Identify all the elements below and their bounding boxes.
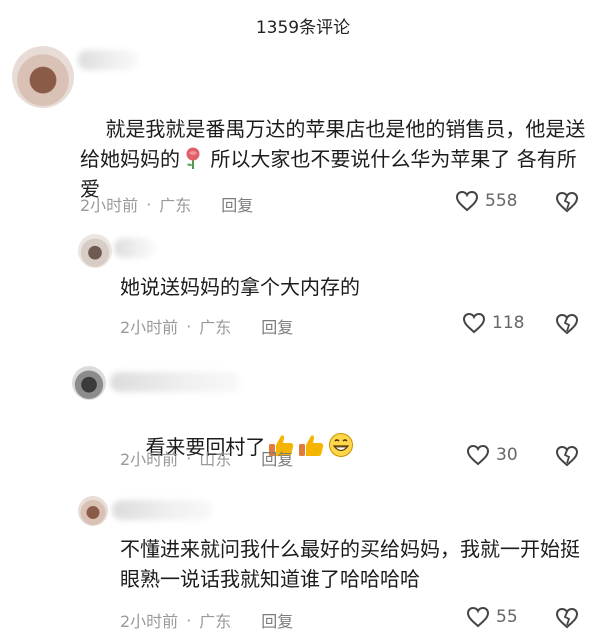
comment-text: 她说送妈妈的拿个大内存的 — [120, 275, 360, 299]
dislike-icon[interactable] — [555, 313, 579, 335]
username-blurred[interactable] — [112, 500, 212, 520]
heart-icon — [462, 312, 486, 334]
like-count: 558 — [485, 191, 518, 211]
comment-meta: 2小时前 · 广东 回复 — [120, 314, 293, 338]
like-count: 55 — [496, 607, 518, 627]
separator-dot: · — [186, 316, 192, 336]
comment-time: 2小时前 — [120, 318, 179, 337]
reply-button[interactable]: 回复 — [261, 314, 293, 338]
rose-emoji — [186, 147, 200, 169]
username-blurred[interactable] — [78, 50, 138, 70]
reply-button[interactable]: 回复 — [261, 608, 293, 632]
username-blurred[interactable] — [110, 372, 240, 392]
comment-meta: 2小时前 · 广东 回复 — [120, 608, 293, 632]
heart-icon — [466, 606, 490, 628]
comment-meta: 2小时前 · 广东 回复 — [80, 192, 253, 216]
dislike-icon[interactable] — [555, 445, 579, 467]
avatar[interactable] — [72, 366, 106, 400]
comment-count-title: 1359条评论 — [255, 17, 351, 38]
separator-dot: · — [146, 194, 152, 214]
comment-location: 山东 — [199, 450, 232, 469]
like-button[interactable]: 30 — [466, 444, 518, 466]
heart-icon — [455, 190, 479, 212]
avatar[interactable] — [78, 496, 108, 526]
avatar[interactable] — [78, 234, 112, 268]
comment-location: 广东 — [199, 612, 232, 631]
comment-meta: 2小时前 · 山东 回复 — [120, 446, 293, 470]
reply-button[interactable]: 回复 — [261, 446, 293, 470]
like-button[interactable]: 118 — [462, 312, 524, 334]
separator-dot: · — [186, 610, 192, 630]
dislike-icon[interactable] — [555, 607, 579, 629]
dislike-icon[interactable] — [555, 191, 579, 213]
separator-dot: · — [186, 448, 192, 468]
like-count: 30 — [496, 445, 518, 465]
reply-button[interactable]: 回复 — [221, 192, 253, 216]
avatar[interactable] — [12, 46, 74, 108]
like-count: 118 — [492, 313, 525, 333]
comment-time: 2小时前 — [120, 450, 179, 469]
comment-time: 2小时前 — [120, 612, 179, 631]
comment-time: 2小时前 — [80, 196, 139, 215]
comment-text: 不懂进来就问我什么最好的买给妈妈，我就一开始挺眼熟一说话我就知道谁了哈哈哈哈 — [120, 537, 580, 591]
like-button[interactable]: 558 — [455, 190, 517, 212]
username-blurred[interactable] — [114, 238, 154, 258]
grinning-emoji — [329, 433, 354, 457]
heart-icon — [466, 444, 490, 466]
thumbs-up-emoji — [299, 435, 324, 456]
like-button[interactable]: 55 — [466, 606, 518, 628]
comment-location: 广东 — [159, 196, 192, 215]
comment-location: 广东 — [199, 318, 232, 337]
